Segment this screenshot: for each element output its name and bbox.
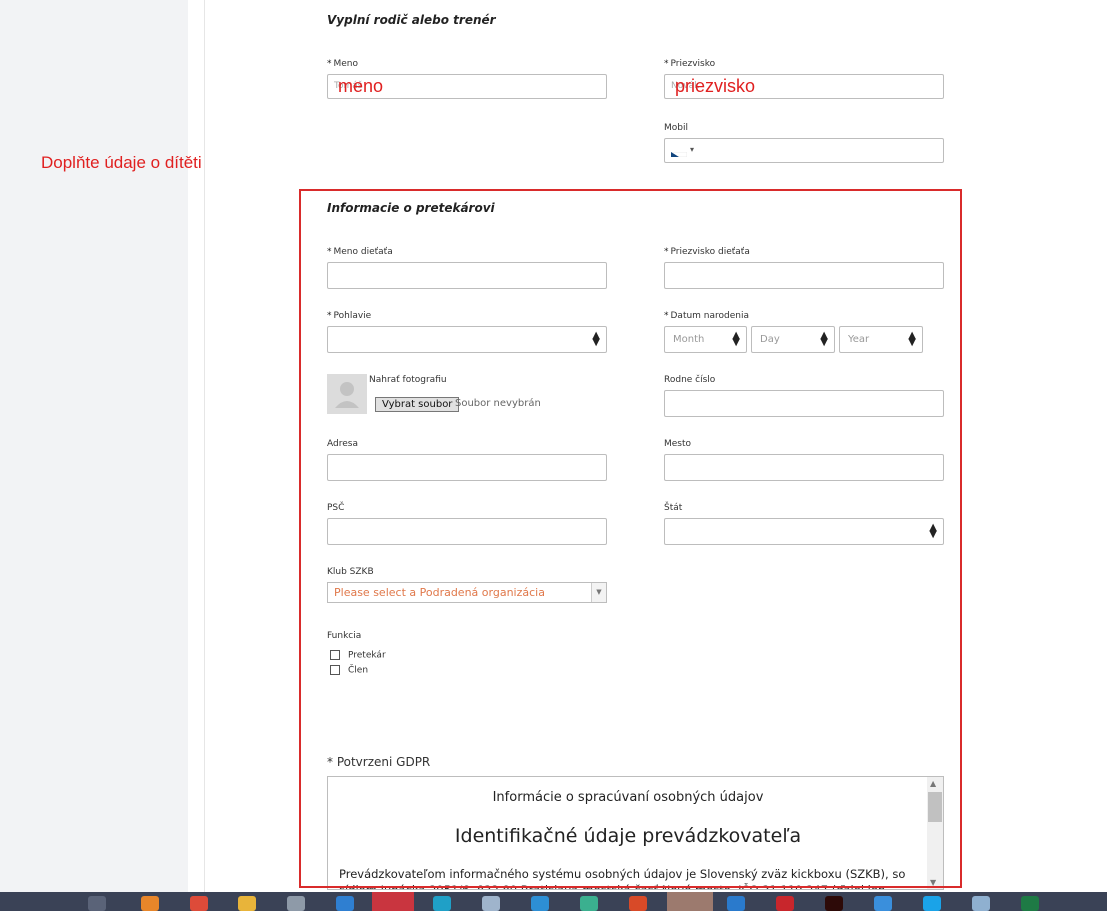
select-arrows-icon: ▲ ▼ — [908, 330, 916, 348]
city-input[interactable] — [664, 454, 944, 481]
birth-number-input[interactable] — [664, 390, 944, 417]
last-name-label: * Priezvisko — [664, 59, 716, 69]
state-label: Štát — [664, 503, 683, 513]
task-view-icon[interactable] — [88, 896, 106, 911]
opera-icon[interactable] — [372, 892, 414, 911]
app-icon[interactable] — [580, 896, 598, 911]
mail-icon[interactable] — [336, 896, 354, 911]
zip-label: PSČ — [327, 503, 345, 513]
zip-input[interactable] — [327, 518, 607, 545]
child-first-name-label: * Meno dieťaťa — [327, 247, 393, 257]
address-label: Adresa — [327, 439, 358, 449]
birth-day-select[interactable]: Day ▲ ▼ — [751, 326, 835, 353]
firefox-icon[interactable] — [141, 896, 159, 911]
avatar-placeholder-icon — [327, 374, 367, 414]
country-caret-icon[interactable]: ▾ — [690, 145, 694, 154]
file-status-text: Soubor nevybrán — [455, 398, 541, 409]
edge-icon[interactable] — [433, 896, 451, 911]
birth-day-value: Day — [760, 334, 780, 345]
choose-file-button[interactable]: Vybrat soubor — [375, 397, 460, 412]
club-label: Klub SZKB — [327, 567, 374, 577]
gdpr-label: * Potvrzeni GDPR — [327, 755, 431, 769]
scroll-up-icon[interactable]: ▲ — [930, 779, 936, 788]
gender-label: * Pohlavie — [327, 311, 372, 321]
function-label: Funkcia — [327, 631, 362, 641]
club-placeholder: Please select a Podradená organizácia — [334, 586, 545, 599]
first-name-overlay-note: meno — [338, 76, 384, 96]
annotation-text: Doplňte údaje o dítěti — [41, 153, 202, 172]
dropdown-arrow-icon[interactable]: ▼ — [591, 583, 606, 602]
excel-icon[interactable] — [1021, 896, 1039, 911]
checkbox[interactable] — [330, 665, 340, 675]
birth-date-label: * Datum narodenia — [664, 311, 750, 321]
column-divider — [204, 0, 205, 892]
office-icon[interactable] — [629, 896, 647, 911]
select-arrows-icon: ▲ ▼ — [592, 330, 600, 348]
skype-icon[interactable] — [923, 896, 941, 911]
file-explorer-icon[interactable] — [238, 896, 256, 911]
state-select[interactable]: ▲ ▼ — [664, 518, 944, 545]
taskbar — [0, 892, 1107, 911]
illustrator-icon[interactable] — [825, 896, 843, 911]
birth-month-value: Month — [673, 334, 705, 345]
first-name-label: * Meno — [327, 59, 359, 69]
czech-flag-icon[interactable] — [671, 147, 687, 157]
scroll-down-icon[interactable]: ▼ — [930, 878, 936, 887]
gender-select[interactable]: ▲ ▼ — [327, 326, 607, 353]
checkbox[interactable] — [330, 650, 340, 660]
download-icon[interactable] — [531, 896, 549, 911]
select-arrows-icon: ▲ ▼ — [929, 522, 937, 540]
address-input[interactable] — [327, 454, 607, 481]
mobile-input[interactable]: ▾ — [664, 138, 944, 163]
last-name-overlay-note: priezvisko — [675, 76, 756, 96]
scroll-thumb[interactable] — [928, 792, 942, 822]
child-last-name-label: * Priezvisko dieťaťa — [664, 247, 750, 257]
gdpr-heading-small: Informácie o spracúvaní osobných údajov — [492, 790, 764, 805]
select-arrows-icon: ▲ ▼ — [732, 330, 740, 348]
vscode-icon[interactable] — [727, 896, 745, 911]
gdpr-paragraph: Prevádzkovateľom informačného systému os… — [339, 867, 906, 890]
function-option-member[interactable]: Člen — [330, 665, 368, 676]
store-icon[interactable] — [287, 896, 305, 911]
select-arrows-icon: ▲ ▼ — [820, 330, 828, 348]
birth-year-select[interactable]: Year ▲ ▼ — [839, 326, 923, 353]
birth-month-select[interactable]: Month ▲ ▼ — [664, 326, 747, 353]
telegram-icon[interactable] — [667, 892, 713, 911]
birth-number-label: Rodne číslo — [664, 375, 716, 385]
left-pane — [0, 0, 188, 892]
photo-upload-label: Nahrať fotografiu — [369, 375, 447, 385]
gdpr-text-area[interactable]: Informácie o spracúvaní osobných údajov … — [327, 776, 944, 890]
birth-year-value: Year — [848, 334, 870, 345]
app3-icon[interactable] — [972, 896, 990, 911]
last-name-input[interactable]: Novák priezvisko — [664, 74, 944, 99]
app2-icon[interactable] — [874, 896, 892, 911]
mobile-label: Mobil — [664, 123, 688, 133]
chrome-icon[interactable] — [190, 896, 208, 911]
remote-desktop-icon[interactable] — [482, 896, 500, 911]
first-name-input[interactable]: Tomáš meno — [327, 74, 607, 99]
child-last-name-input[interactable] — [664, 262, 944, 289]
club-select[interactable]: Please select a Podradená organizácia ▼ — [327, 582, 607, 603]
gdpr-scrollbar[interactable]: ▲ ▼ — [927, 777, 943, 889]
racer-section-title: Informacie o pretekárovi — [327, 201, 495, 215]
child-first-name-input[interactable] — [327, 262, 607, 289]
parent-section-title: Vyplní rodič alebo trenér — [327, 13, 496, 27]
function-option-racer[interactable]: Pretekár — [330, 650, 386, 661]
filezilla-icon[interactable] — [776, 896, 794, 911]
city-label: Mesto — [664, 439, 692, 449]
gdpr-heading-large: Identifikačné údaje prevádzkovateľa — [454, 825, 802, 847]
